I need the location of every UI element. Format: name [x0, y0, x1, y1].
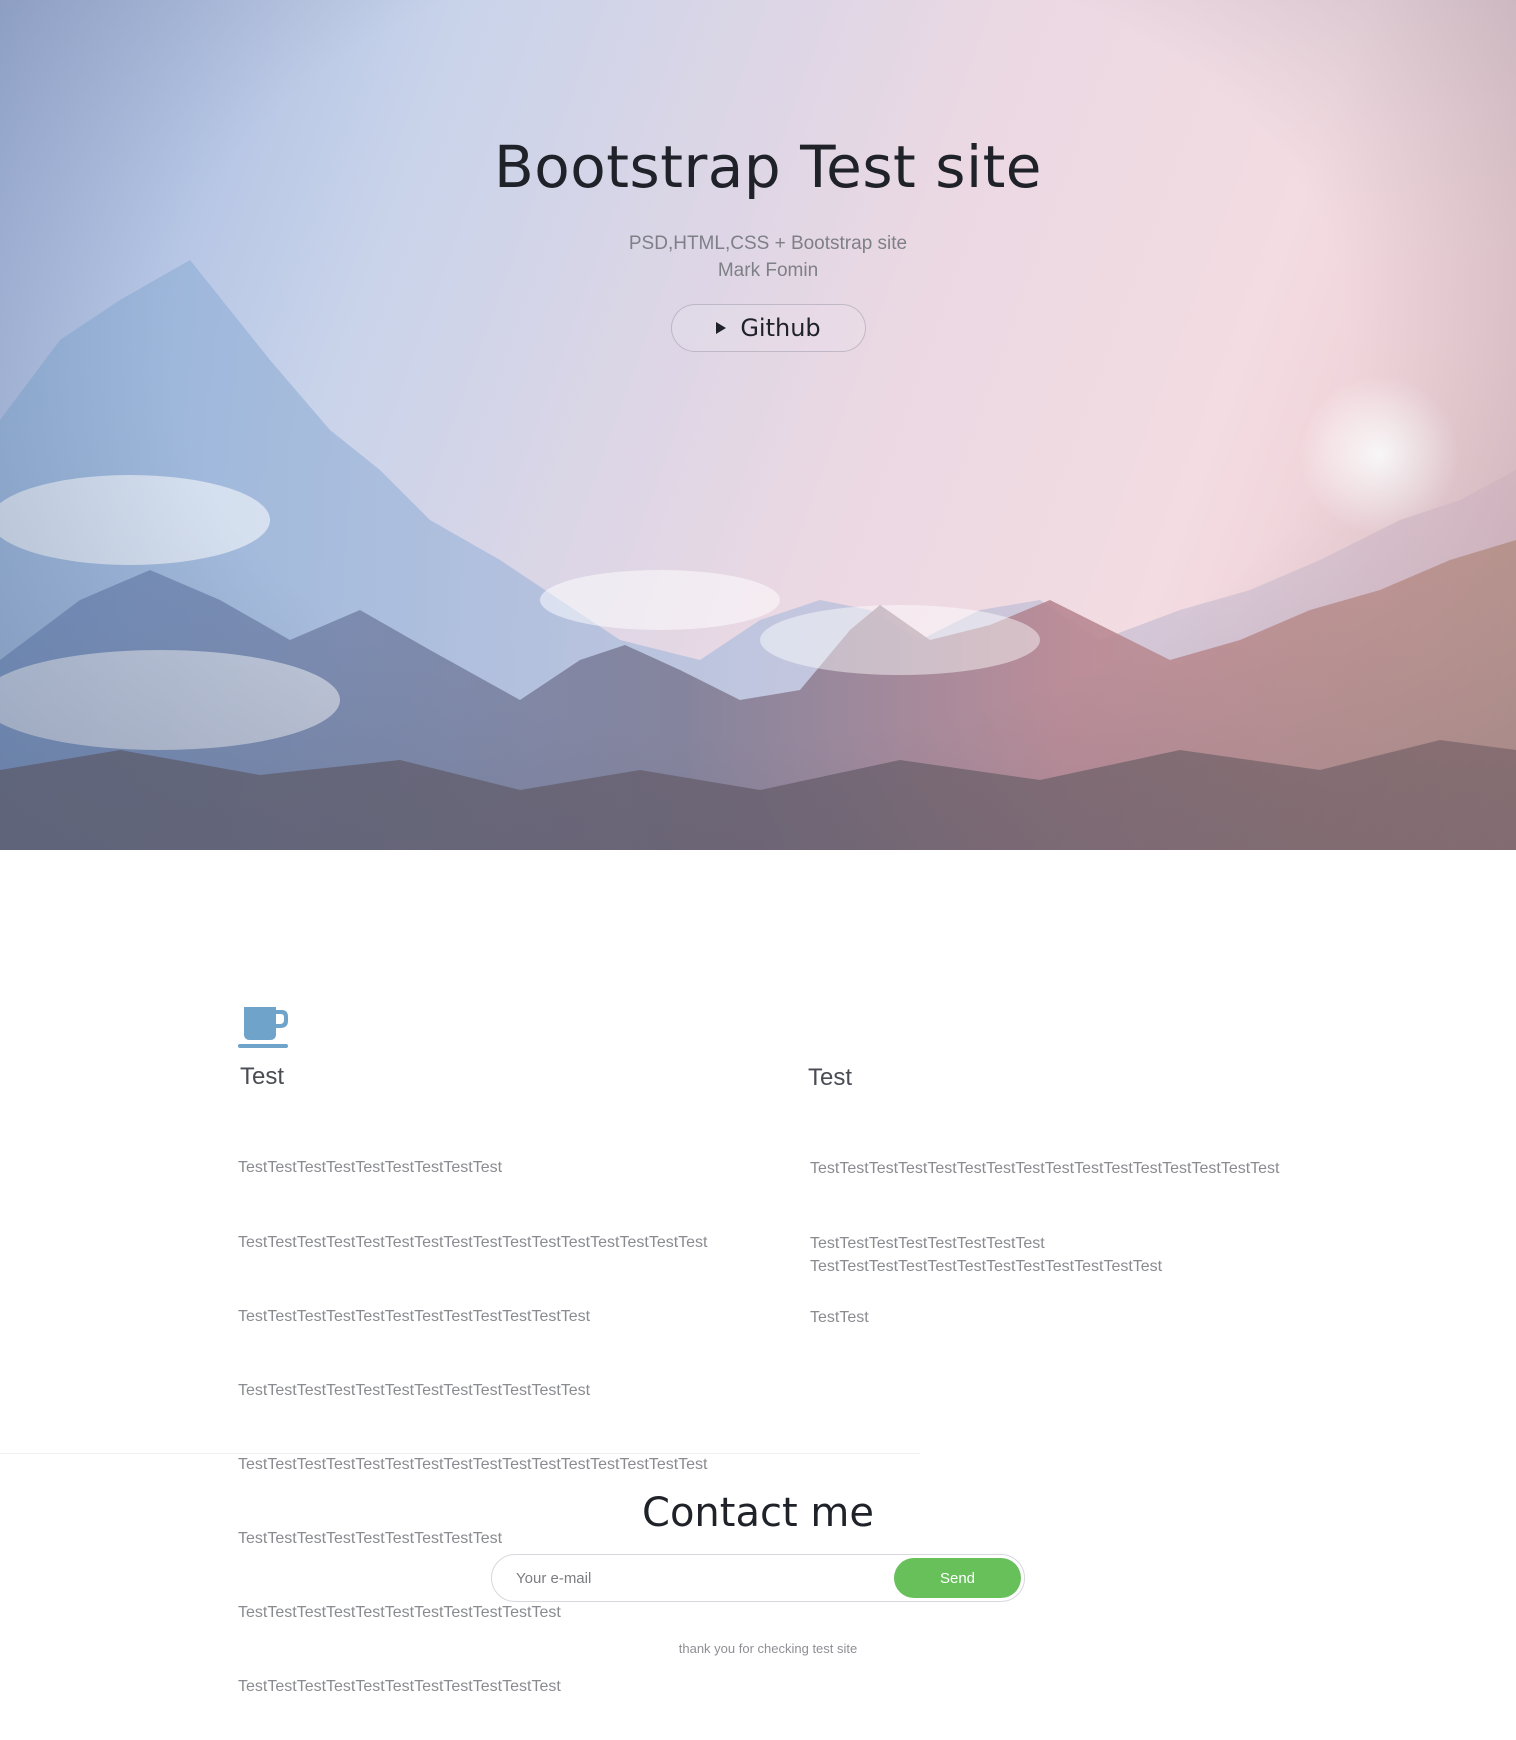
left-text-line: TestTestTestTestTestTestTestTestTestTest…: [238, 1381, 591, 1399]
left-text-line: TestTestTestTestTestTestTestTestTestTest…: [238, 1604, 561, 1622]
right-column-title: Test: [808, 1064, 853, 1091]
play-icon: [716, 322, 727, 334]
left-text-line: TestTestTestTestTestTestTestTestTestTest…: [238, 1455, 708, 1473]
email-field[interactable]: [514, 1563, 874, 1593]
hero-subtitle-line: PSD,HTML,CSS + Bootstrap site: [628, 233, 908, 254]
left-column-text: TestTestTestTestTestTestTestTestTest Tes…: [238, 1107, 708, 1725]
footer-note: thank you for checking test site: [678, 1641, 858, 1656]
right-column-text-2: TestTestTestTestTestTestTestTestTestTest…: [810, 1206, 1162, 1305]
left-text-line: TestTestTestTestTestTestTestTestTestTest…: [238, 1678, 561, 1696]
coffee-cup-icon: [238, 1007, 288, 1048]
left-column-title: Test: [240, 1063, 285, 1090]
github-button[interactable]: Github: [671, 304, 866, 352]
mountain-background-image: [0, 260, 1516, 850]
hero-section: Bootstrap Test site PSD,HTML,CSS + Boots…: [0, 0, 1516, 850]
left-text-line: TestTestTestTestTestTestTestTestTest: [238, 1159, 503, 1177]
contact-title: Contact me: [642, 1490, 874, 1536]
left-text-line: TestTestTestTestTestTestTestTestTestTest…: [238, 1307, 591, 1325]
right-text-line: TestTest: [810, 1308, 869, 1326]
right-text-line: TestTestTestTestTestTestTestTestTestTest…: [810, 1160, 1280, 1178]
section-divider: [0, 1453, 920, 1454]
page-title: Bootstrap Test site: [493, 133, 1042, 201]
left-text-line: TestTestTestTestTestTestTestTestTestTest…: [238, 1233, 708, 1251]
right-text-line: TestTestTestTestTestTestTestTestTestTest…: [810, 1258, 1163, 1276]
github-button-label: Github: [740, 314, 821, 342]
author-name: Mark Fomin: [717, 260, 819, 281]
contact-form: Send: [491, 1554, 1025, 1602]
send-button[interactable]: Send: [894, 1558, 1021, 1598]
hero-subtitle: PSD,HTML,CSS + Bootstrap site Mark Fomin: [0, 230, 1516, 284]
